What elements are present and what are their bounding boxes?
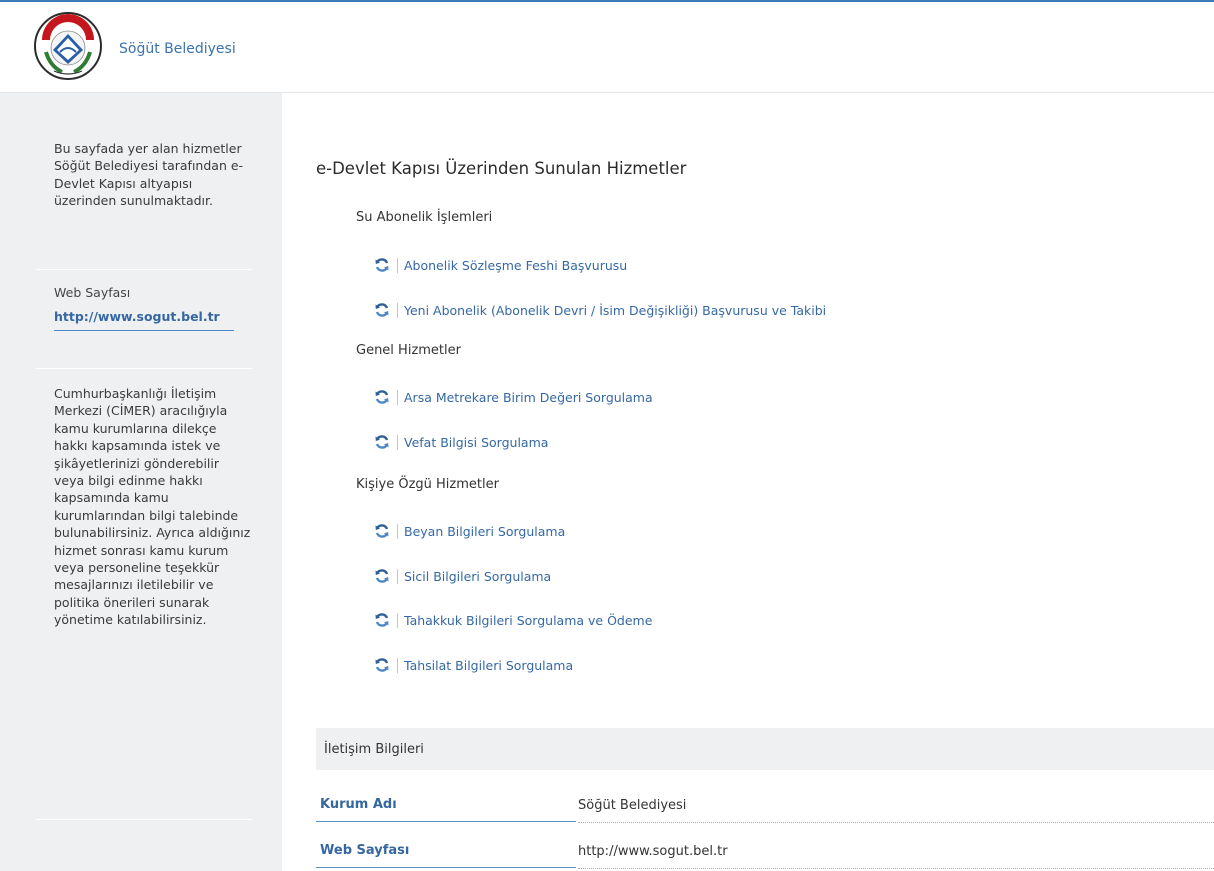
separator xyxy=(397,257,398,273)
sidebar: Bu sayfada yer alan hizmetler Söğüt Bele… xyxy=(0,93,282,871)
group-title-genel: Genel Hizmetler xyxy=(356,343,461,358)
sidebar-divider xyxy=(36,368,252,369)
logo-emblem-icon xyxy=(37,14,99,77)
info-label: Kurum Adı xyxy=(316,788,576,822)
sidebar-divider xyxy=(36,269,252,270)
service-label: Arsa Metrekare Birim Değeri Sorgulama xyxy=(404,389,653,405)
separator xyxy=(397,657,398,673)
service-link[interactable]: Beyan Bilgileri Sorgulama xyxy=(374,521,565,541)
refresh-icon xyxy=(375,258,389,272)
info-value: Söğüt Belediyesi xyxy=(578,788,1214,823)
service-label: Vefat Bilgisi Sorgulama xyxy=(404,434,549,450)
service-label: Yeni Abonelik (Abonelik Devri / İsim Değ… xyxy=(404,302,827,318)
separator xyxy=(397,389,398,405)
service-link[interactable]: Yeni Abonelik (Abonelik Devri / İsim Değ… xyxy=(374,300,826,320)
info-row-institution: Kurum Adı Söğüt Belediyesi xyxy=(316,788,1214,824)
group-title-su-abonelik: Su Abonelik İşlemleri xyxy=(356,210,493,225)
service-link[interactable]: Tahsilat Bilgileri Sorgulama xyxy=(374,655,573,675)
info-value-link[interactable]: http://www.sogut.bel.tr xyxy=(578,834,1214,869)
service-link[interactable]: Vefat Bilgisi Sorgulama xyxy=(374,432,548,452)
separator xyxy=(397,612,398,628)
sidebar-web: Web Sayfası http://www.sogut.bel.tr xyxy=(36,285,252,331)
page-title: e-Devlet Kapısı Üzerinden Sunulan Hizmet… xyxy=(316,159,687,178)
service-link[interactable]: Tahakkuk Bilgileri Sorgulama ve Ödeme xyxy=(374,610,652,630)
group-title-kisiye-ozgu: Kişiye Özgü Hizmetler xyxy=(356,477,499,492)
service-link[interactable]: Arsa Metrekare Birim Değeri Sorgulama xyxy=(374,387,653,407)
refresh-icon xyxy=(375,569,389,583)
sidebar-intro-text: Bu sayfada yer alan hizmetler Söğüt Bele… xyxy=(54,141,244,209)
service-link[interactable]: Abonelik Sözleşme Feshi Başvurusu xyxy=(374,255,627,275)
service-label: Tahakkuk Bilgileri Sorgulama ve Ödeme xyxy=(404,612,653,628)
service-label: Beyan Bilgileri Sorgulama xyxy=(404,523,566,539)
brand-link[interactable]: Söğüt Belediyesi xyxy=(119,41,236,57)
sidebar-divider xyxy=(36,819,252,820)
info-label: Web Sayfası xyxy=(316,834,576,868)
sidebar-cimer: Cumhurbaşkanlığı İletişim Merkezi (CİMER… xyxy=(36,385,252,629)
sidebar-web-link[interactable]: http://www.sogut.bel.tr xyxy=(54,309,234,331)
refresh-icon xyxy=(375,435,389,449)
sidebar-web-label: Web Sayfası xyxy=(54,285,131,300)
info-row-website: Web Sayfası http://www.sogut.bel.tr xyxy=(316,834,1214,870)
sidebar-cimer-text: Cumhurbaşkanlığı İletişim Merkezi (CİMER… xyxy=(54,386,251,628)
separator xyxy=(397,523,398,539)
header: Söğüt Belediyesi xyxy=(0,2,1214,93)
municipality-logo[interactable] xyxy=(34,12,102,80)
refresh-icon xyxy=(375,613,389,627)
separator xyxy=(397,434,398,450)
service-link[interactable]: Sicil Bilgileri Sorgulama xyxy=(374,566,551,586)
service-label: Tahsilat Bilgileri Sorgulama xyxy=(404,657,574,673)
sidebar-intro: Bu sayfada yer alan hizmetler Söğüt Bele… xyxy=(36,140,252,210)
contact-info-header: İletişim Bilgileri xyxy=(316,728,1214,770)
refresh-icon xyxy=(375,524,389,538)
service-label: Abonelik Sözleşme Feshi Başvurusu xyxy=(404,257,628,273)
service-label: Sicil Bilgileri Sorgulama xyxy=(404,568,552,584)
refresh-icon xyxy=(375,390,389,404)
separator xyxy=(397,302,398,318)
separator xyxy=(397,568,398,584)
refresh-icon xyxy=(375,303,389,317)
refresh-icon xyxy=(375,658,389,672)
